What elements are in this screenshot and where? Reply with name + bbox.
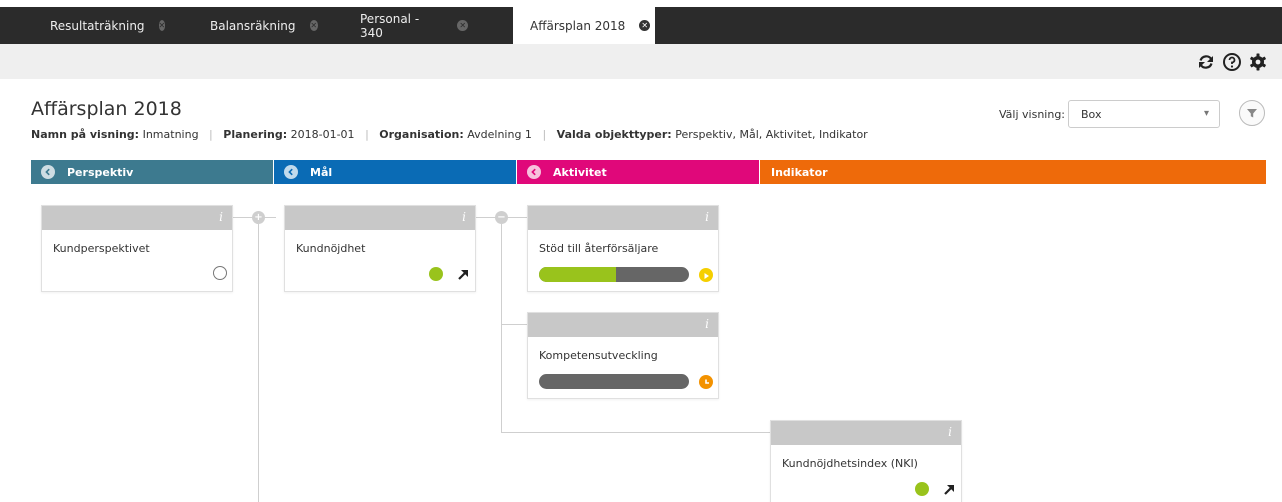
card-title: Kundnöjdhet bbox=[296, 242, 366, 255]
help-icon[interactable] bbox=[1222, 52, 1242, 72]
meta-value: Inmatning bbox=[142, 128, 199, 141]
card-kompetensutveckling[interactable]: i Kompetensutveckling bbox=[527, 312, 719, 399]
collapse-node[interactable]: − bbox=[495, 211, 508, 224]
tab-balansrakning[interactable]: Balansräkning ✕ bbox=[168, 7, 318, 44]
info-icon[interactable]: i bbox=[705, 317, 709, 331]
close-icon[interactable]: ✕ bbox=[457, 20, 468, 31]
column-header-perspektiv[interactable]: Perspektiv bbox=[31, 160, 273, 184]
info-icon[interactable]: i bbox=[219, 210, 223, 224]
tab-label: Affärsplan 2018 bbox=[530, 18, 626, 33]
card-title: Kundnöjdhetsindex (NKI) bbox=[782, 457, 918, 470]
tab-label: Resultaträkning bbox=[50, 18, 145, 33]
close-icon[interactable]: ✕ bbox=[158, 20, 166, 31]
clock-icon bbox=[699, 375, 713, 389]
close-icon[interactable]: ✕ bbox=[639, 20, 651, 31]
column-header-label: Mål bbox=[310, 165, 333, 179]
view-select-label: Välj visning: bbox=[999, 108, 1066, 121]
column-header-label: Aktivitet bbox=[553, 165, 607, 179]
view-select-value: Box bbox=[1081, 108, 1102, 121]
view-meta: Namn på visning: Inmatning | Planering: … bbox=[31, 128, 868, 141]
meta-separator: | bbox=[365, 128, 369, 141]
play-icon bbox=[699, 268, 713, 282]
page-title: Affärsplan 2018 bbox=[31, 98, 182, 120]
meta-value: Perspektiv, Mål, Aktivitet, Indikator bbox=[675, 128, 868, 141]
meta-separator: | bbox=[542, 128, 547, 141]
progress-bar bbox=[539, 374, 689, 389]
card-header: i bbox=[771, 421, 961, 445]
tab-bar-top-border bbox=[0, 0, 1282, 7]
card-header: i bbox=[528, 206, 718, 230]
tab-affarsplan[interactable]: Affärsplan 2018 ✕ bbox=[513, 7, 655, 44]
card-kundnojdhetsindex[interactable]: i Kundnöjdhetsindex (NKI) bbox=[770, 420, 962, 502]
status-green-icon bbox=[915, 482, 929, 496]
chevron-left-icon[interactable] bbox=[284, 165, 298, 179]
card-title: Kompetensutveckling bbox=[539, 349, 658, 362]
column-header-label: Perspektiv bbox=[67, 165, 134, 179]
meta-key: Namn på visning: bbox=[31, 128, 140, 141]
column-header-aktivitet[interactable]: Aktivitet bbox=[517, 160, 759, 184]
trend-up-right-icon bbox=[944, 485, 954, 495]
info-icon[interactable]: i bbox=[705, 210, 709, 224]
view-select[interactable]: Box ▾ bbox=[1068, 100, 1220, 128]
expand-node[interactable]: + bbox=[252, 211, 265, 224]
connector-line bbox=[258, 224, 259, 502]
card-header: i bbox=[42, 206, 232, 230]
meta-key: Valda objekttyper: bbox=[556, 128, 672, 141]
column-header-mal[interactable]: Mål bbox=[274, 160, 516, 184]
chevron-left-icon[interactable] bbox=[41, 165, 55, 179]
meta-value: Avdelning 1 bbox=[467, 128, 532, 141]
info-icon[interactable]: i bbox=[948, 425, 952, 439]
meta-key: Organisation: bbox=[379, 128, 464, 141]
tab-label: Balansräkning bbox=[210, 18, 296, 33]
meta-key: Planering: bbox=[223, 128, 288, 141]
status-empty-icon bbox=[213, 266, 227, 280]
card-header: i bbox=[285, 206, 475, 230]
gear-icon[interactable] bbox=[1248, 52, 1268, 72]
connector-line bbox=[501, 224, 502, 433]
card-kundperspektivet[interactable]: i Kundperspektivet bbox=[41, 205, 233, 292]
chevron-left-icon[interactable] bbox=[527, 165, 541, 179]
connector-line bbox=[501, 324, 528, 325]
meta-value: 2018-01-01 bbox=[290, 128, 355, 141]
tab-label: Personal - 340 bbox=[360, 11, 420, 40]
progress-bar bbox=[539, 267, 689, 282]
tab-personal[interactable]: Personal - 340 ✕ bbox=[318, 7, 468, 44]
trend-up-right-icon bbox=[458, 270, 468, 280]
close-icon[interactable]: ✕ bbox=[309, 20, 318, 31]
card-title: Stöd till återförsäljare bbox=[539, 242, 659, 255]
info-icon[interactable]: i bbox=[462, 210, 466, 224]
refresh-icon[interactable] bbox=[1196, 52, 1216, 72]
tab-bar: Resultaträkning ✕ Balansräkning ✕ Person… bbox=[0, 0, 1282, 44]
card-stod-till-aterforsaljare[interactable]: i Stöd till återförsäljare bbox=[527, 205, 719, 292]
filter-button[interactable] bbox=[1239, 100, 1265, 126]
card-kundnojdhet[interactable]: i Kundnöjdhet bbox=[284, 205, 476, 292]
chevron-down-icon: ▾ bbox=[1203, 108, 1209, 119]
status-green-icon bbox=[429, 267, 443, 281]
toolbar bbox=[0, 44, 1282, 79]
meta-separator: | bbox=[209, 128, 213, 141]
tab-resultatrakning[interactable]: Resultaträkning ✕ bbox=[8, 7, 166, 44]
progress-fill bbox=[539, 267, 616, 282]
column-header-indikator[interactable]: Indikator bbox=[760, 160, 1266, 184]
connector-line bbox=[501, 432, 771, 433]
column-header-label: Indikator bbox=[771, 165, 828, 179]
filter-icon bbox=[1247, 109, 1257, 118]
card-title: Kundperspektivet bbox=[53, 242, 150, 255]
card-header: i bbox=[528, 313, 718, 337]
